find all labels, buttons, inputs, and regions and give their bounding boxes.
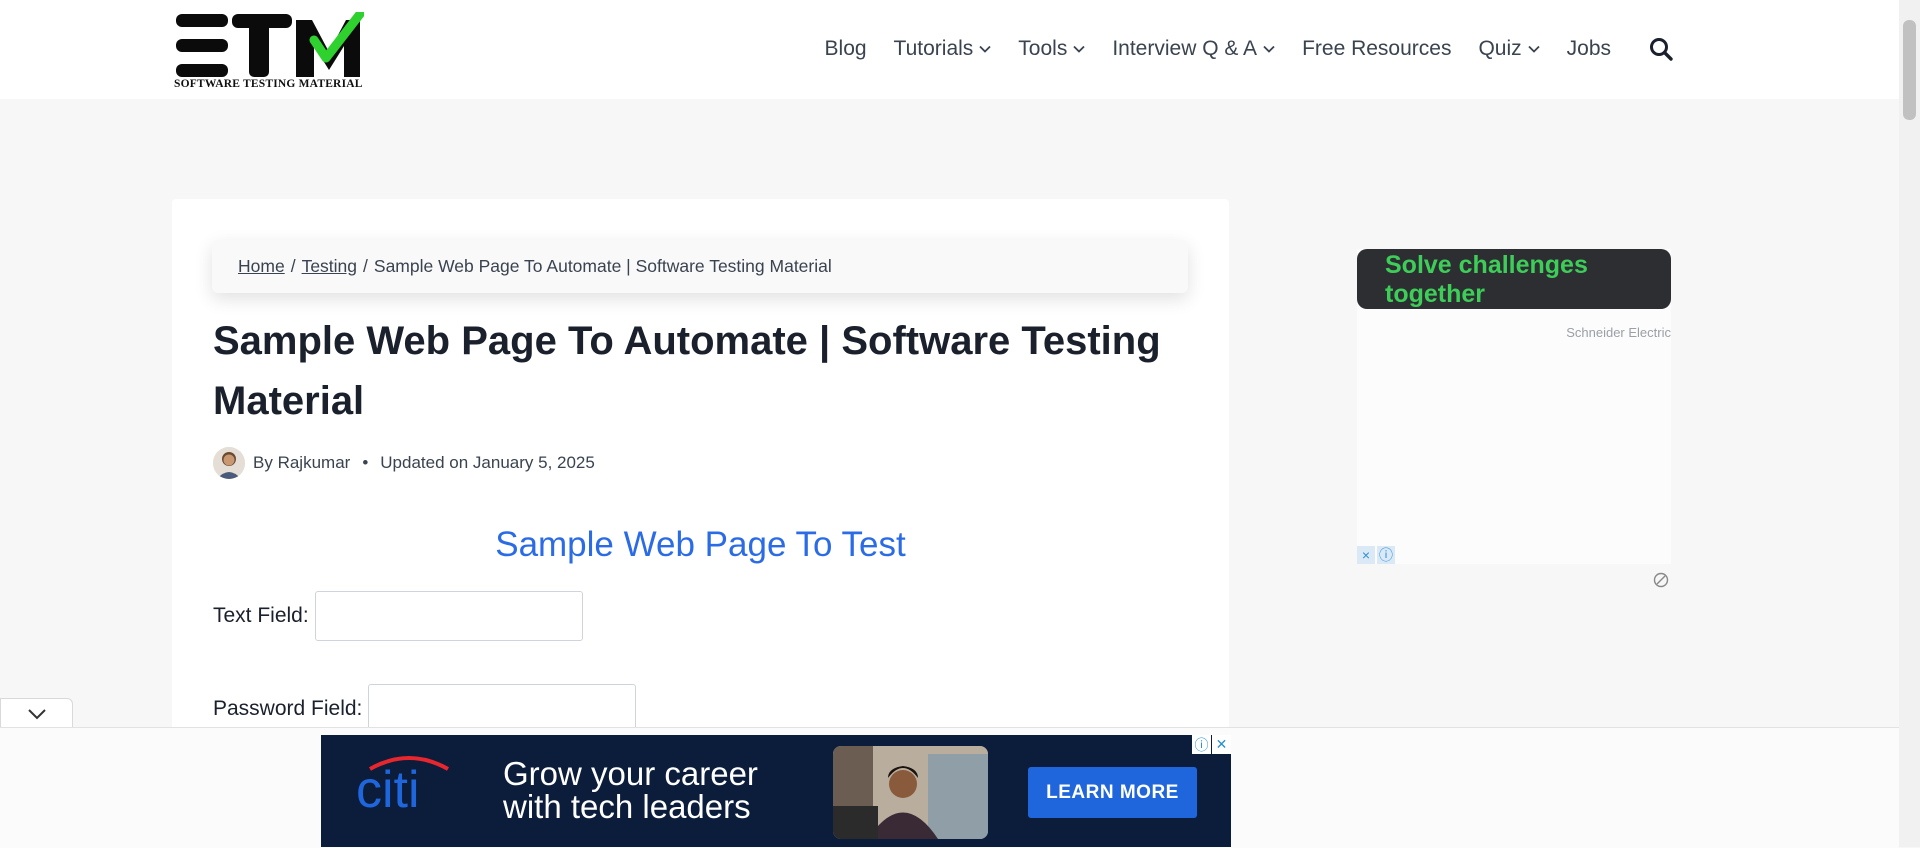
logo-mark [176, 12, 364, 77]
close-icon[interactable]: × [1357, 546, 1375, 564]
citi-logo-text: citi [356, 761, 420, 815]
avatar-image [213, 447, 245, 479]
close-icon[interactable]: ✕ [1212, 735, 1231, 754]
tagline-line2: with tech leaders [503, 788, 751, 825]
bottom-ad-photo [833, 746, 988, 839]
nav-interview[interactable]: Interview Q & A [1112, 37, 1275, 61]
sample-heading: Sample Web Page To Test [495, 525, 906, 564]
search-icon[interactable] [1648, 36, 1674, 62]
nav-blog-label: Blog [824, 37, 867, 60]
sidebar-ad[interactable]: Solve challenges together Schneider Elec… [1357, 249, 1671, 588]
bottom-ad-controls: ⓘ ✕ [1191, 735, 1231, 754]
text-field-label: Text Field: [213, 604, 309, 627]
breadcrumb-home[interactable]: Home [238, 256, 285, 277]
bottom-ad[interactable]: citi Grow your career with tech leaders … [321, 735, 1231, 847]
nav-blog[interactable]: Blog [825, 37, 867, 61]
sidebar-ad-brand: Schneider Electric [1566, 325, 1671, 340]
main-nav: Blog Tutorials Tools Interview Q & A Fre… [798, 36, 1674, 62]
sidebar-ad-headline[interactable]: Solve challenges together [1357, 249, 1671, 309]
nav-tutorials[interactable]: Tutorials [894, 37, 992, 61]
meta-dot: • [362, 453, 369, 472]
page-title: Sample Web Page To Automate | Software T… [213, 319, 1161, 423]
tagline-line1: Grow your career [503, 755, 758, 792]
chevron-down-icon [27, 709, 46, 720]
site-logo[interactable]: SOFTWARE TESTING MATERIAL [172, 10, 364, 92]
nav-jobs-label: Jobs [1566, 37, 1611, 60]
author-name[interactable]: Rajkumar [278, 453, 351, 473]
text-field-input[interactable] [314, 591, 583, 641]
author-avatar[interactable] [213, 447, 245, 479]
info-icon[interactable]: ⓘ [1377, 546, 1395, 564]
collapse-ad-button[interactable] [0, 698, 73, 729]
logo-caption: SOFTWARE TESTING MATERIAL [174, 78, 363, 90]
site-header: SOFTWARE TESTING MATERIAL Blog Tutorials… [0, 0, 1899, 99]
info-icon[interactable]: ⓘ [1192, 735, 1211, 754]
person-at-computer-image [833, 746, 988, 839]
breadcrumb: Home / Testing / Sample Web Page To Auto… [212, 240, 1188, 293]
ad-feedback-icon[interactable] [1653, 572, 1669, 588]
page-scrollbar[interactable] [1899, 0, 1920, 847]
chevron-down-icon [979, 45, 991, 53]
password-field-label: Password Field: [213, 697, 363, 720]
text-field-row: Text Field: [213, 591, 583, 641]
breadcrumb-testing[interactable]: Testing [302, 256, 357, 277]
nav-tools[interactable]: Tools [1018, 37, 1085, 61]
article-meta: By Rajkumar • Updated on January 5, 2025 [213, 447, 595, 479]
nav-jobs[interactable]: Jobs [1567, 37, 1611, 61]
breadcrumb-separator: / [290, 256, 296, 276]
scrollbar-thumb[interactable] [1903, 20, 1916, 120]
chevron-down-icon [1528, 45, 1540, 53]
nav-tools-label: Tools [1018, 37, 1068, 60]
nav-quiz-label: Quiz [1478, 37, 1522, 60]
author-by: By [253, 453, 273, 472]
nav-quiz[interactable]: Quiz [1478, 37, 1540, 61]
nav-interview-label: Interview Q & A [1112, 37, 1258, 60]
nav-tutorials-label: Tutorials [893, 37, 974, 60]
learn-more-button[interactable]: LEARN MORE [1028, 767, 1197, 818]
sidebar-ad-controls: × ⓘ [1357, 546, 1397, 564]
nav-free-resources[interactable]: Free Resources [1302, 37, 1451, 61]
article-card: Home / Testing / Sample Web Page To Auto… [172, 199, 1229, 759]
chevron-down-icon [1073, 45, 1085, 53]
breadcrumb-separator: / [363, 256, 368, 276]
chevron-down-icon [1263, 45, 1275, 53]
updated-date: Updated on January 5, 2025 [380, 453, 595, 472]
citi-logo: citi [356, 756, 449, 815]
bottom-ad-tagline: Grow your career with tech leaders [503, 757, 758, 823]
breadcrumb-current: Sample Web Page To Automate | Software T… [373, 256, 832, 276]
nav-free-resources-label: Free Resources [1302, 37, 1452, 60]
